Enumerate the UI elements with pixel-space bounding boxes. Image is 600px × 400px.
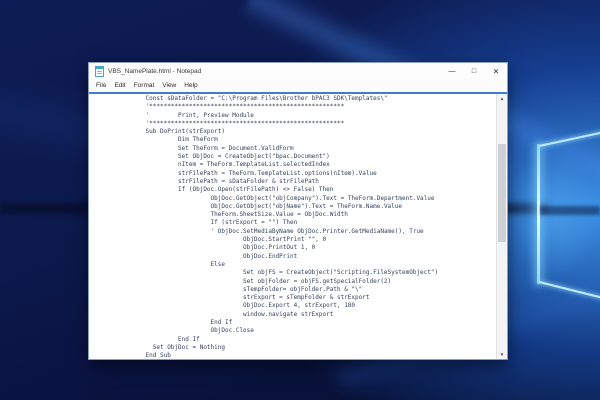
menu-file[interactable]: File [92,82,110,89]
editor-area: Const sDataFolder = "C:\Program Files\Br… [89,94,507,359]
code-line: ObjDoc.StartPrint "", 0 [113,236,496,244]
code-line: strFilePath = TheForm.TemplateList.optio… [113,170,496,178]
code-line: '***************************************… [113,103,496,111]
code-line: window.navigate strExport [113,311,496,319]
code-line: Set objFolder = objFS.getSpecialFolder(2… [113,278,496,286]
code-line: ' ObjDoc.SetMediaByName ObjDoc.Printer.G… [113,228,496,236]
code-line: Set ObjDoc = Nothing [113,344,496,352]
vertical-scrollbar[interactable]: ▲ ▼ [496,94,507,359]
maximize-button[interactable]: □ [463,63,485,79]
code-line: If (strExport = "") Then [113,219,496,227]
windows-logo-bottom-edge [539,281,600,299]
notepad-icon [95,66,104,77]
code-line: ObjDoc.GetObject("objName").Text = TheFo… [113,203,496,211]
desktop-wallpaper: VBS_NamePlate.html - Notepad — □ ✕ File … [0,0,600,400]
notepad-window: VBS_NamePlate.html - Notepad — □ ✕ File … [88,62,508,360]
code-line: If (ObjDoc.Open(strFilePath) <> False) T… [113,186,496,194]
code-line: '***************************************… [113,120,496,128]
scrollbar-thumb[interactable] [498,144,506,242]
code-line: Set TheForm = Document.ValidForm [113,145,496,153]
code-line: strFilePath = sDataFolder & strFilePath [113,178,496,186]
code-line: Dim TheForm [113,136,496,144]
code-line: Set ObjDoc = CreateObject("bpac.Document… [113,153,496,161]
code-line: Const sDataFolder = "C:\Program Files\Br… [113,95,496,103]
code-line: ObjDoc.PrintOut 1, 0 [113,244,496,252]
windows-logo-glow [505,150,600,280]
text-editor[interactable]: Const sDataFolder = "C:\Program Files\Br… [89,94,496,359]
windows-logo-pane-gap [540,206,600,215]
caption-controls: — □ ✕ [441,63,507,79]
menu-edit[interactable]: Edit [110,82,129,89]
code-line: Sub DoPrint(strExport) [113,128,496,136]
code-line: ObjDoc.GetObject("objCompany").Text = Th… [113,195,496,203]
code-line: TheForm.SheetSize.Value = ObjDoc.Width [113,211,496,219]
code-line: End If [113,319,496,327]
menu-bar: File Edit Format View Help [89,79,507,92]
scroll-up-icon[interactable]: ▲ [497,94,507,103]
scroll-down-icon[interactable]: ▼ [497,350,507,359]
windows-logo-top-edge [539,131,600,147]
code-line: strExport = sTempFolder & strExport [113,294,496,302]
code-line: Set objFS = CreateObject("Scripting.File… [113,269,496,277]
code-line: End Sub [113,352,496,359]
code-line: Else [113,261,496,269]
code-line: sTempFolder= objFolder.Path & "\" [113,286,496,294]
menu-help[interactable]: Help [180,82,201,89]
menu-view[interactable]: View [158,82,180,89]
minimize-button[interactable]: — [441,63,463,79]
close-button[interactable]: ✕ [485,63,507,79]
code-line: ObjDoc.Close [113,327,496,335]
windows-logo-edge [537,144,540,284]
code-line: nItem = TheForm.TemplateList.selectedInd… [113,161,496,169]
code-line: ' Print, Preview Module [113,112,496,120]
code-line: ObjDoc.Export 4, strExport, 180 [113,302,496,310]
code-line: ObjDoc.EndPrint [113,253,496,261]
code-line: End If [113,336,496,344]
window-title: VBS_NamePlate.html - Notepad [108,68,201,75]
title-bar[interactable]: VBS_NamePlate.html - Notepad — □ ✕ [89,63,507,79]
menu-format[interactable]: Format [130,82,159,89]
